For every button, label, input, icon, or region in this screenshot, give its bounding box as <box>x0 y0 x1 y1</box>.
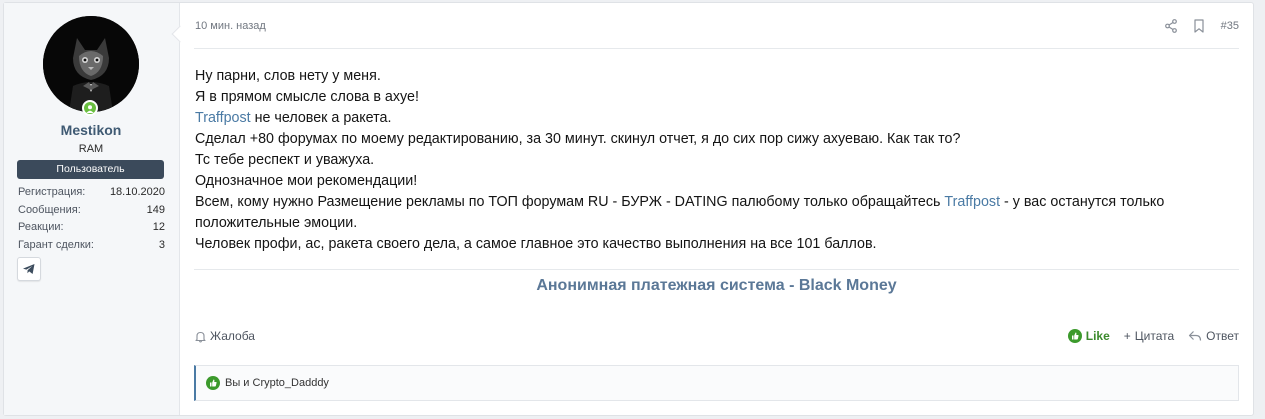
reply-icon <box>1189 331 1202 341</box>
post-line: Однозначное мои рекомендации! <box>195 171 1235 192</box>
bookmark-icon <box>1194 19 1204 33</box>
stat-messages: Сообщения: 149 <box>18 202 165 220</box>
reactions-bar[interactable]: Вы и Crypto_Dadddy <box>194 365 1239 401</box>
like-button[interactable]: Like <box>1067 329 1110 343</box>
stat-reactions: Реакции: 12 <box>18 219 165 237</box>
stat-guarantee: Гарант сделки: 3 <box>18 237 165 255</box>
stat-value: 12 <box>152 221 165 233</box>
online-indicator <box>82 100 98 116</box>
user-role-banner: Пользователь <box>17 160 164 179</box>
post-number[interactable]: #35 <box>1221 20 1239 32</box>
post-line: Я в прямом смысле слова в ахуе! <box>195 87 1235 108</box>
stat-value: 3 <box>158 238 165 251</box>
telegram-icon <box>23 264 35 274</box>
traffpost-link[interactable]: Traffpost <box>195 110 251 126</box>
bell-icon <box>195 331 206 342</box>
reply-button[interactable]: Ответ <box>1188 329 1239 343</box>
avatar-image <box>43 16 139 112</box>
like-reaction-icon <box>206 376 220 390</box>
report-label: Жалоба <box>210 329 255 343</box>
reactions-text[interactable]: Вы и Crypto_Dadddy <box>225 377 329 389</box>
quote-label: Цитата <box>1134 329 1175 343</box>
text: Однозначное мои рекомендации! <box>195 173 418 189</box>
avatar[interactable] <box>43 16 139 112</box>
user-info-panel: Mestikon RAM Пользователь Регистрация: 1… <box>4 3 180 415</box>
post-line: Traffpost не человек а ракета. <box>195 108 1235 129</box>
username[interactable]: Mestikon <box>4 122 178 138</box>
stat-label: Сообщения: <box>18 203 81 216</box>
user-icon <box>86 105 94 113</box>
stat-label: Гарант сделки: <box>18 238 94 251</box>
share-button[interactable] <box>1163 18 1179 34</box>
signature-link[interactable]: Анонимная платежная система - Black Mone… <box>180 277 1253 295</box>
share-icon <box>1164 19 1177 33</box>
user-stats: Регистрация: 18.10.2020 Сообщения: 149 Р… <box>18 184 165 254</box>
text: не человек а ракета. <box>250 110 392 126</box>
text: Человек профи, ас, ракета своего дела, а… <box>195 236 877 252</box>
text: Ну парни, слов нету у меня. <box>195 68 381 84</box>
thumbs-up-icon <box>1067 329 1082 343</box>
post-footer: Жалоба Like + Цитата Ответ <box>194 326 1239 346</box>
post-header-actions: #35 <box>1151 17 1239 35</box>
post-line: Тс тебе респект и уважуха. <box>195 150 1235 171</box>
divider <box>194 48 1239 49</box>
stat-label: Регистрация: <box>18 186 86 198</box>
post-line: Сделал +80 форумах по моему редактирован… <box>195 129 1235 150</box>
plus-icon: + <box>1123 329 1131 343</box>
quote-button[interactable]: + Цитата <box>1124 329 1174 343</box>
traffpost-link[interactable]: Traffpost <box>944 194 1000 210</box>
bookmark-button[interactable] <box>1191 18 1207 34</box>
online-status-icon <box>84 102 96 114</box>
stat-label: Реакции: <box>18 221 64 233</box>
signature-divider <box>194 269 1239 270</box>
post-timestamp[interactable]: 10 мин. назад <box>195 20 266 32</box>
reply-label: Ответ <box>1206 329 1239 343</box>
post-line: Человек профи, ас, ракета своего дела, а… <box>195 234 1235 255</box>
report-button[interactable]: Жалоба <box>194 329 255 343</box>
text: Сделал +80 форумах по моему редактирован… <box>195 131 961 147</box>
user-title: RAM <box>78 143 104 155</box>
text: Тс тебе респект и уважуха. <box>195 152 375 168</box>
post-line: Всем, кому нужно Размещение рекламы по Т… <box>195 192 1235 234</box>
text: Я в прямом смысле слова в ахуе! <box>195 89 419 105</box>
stat-value: 18.10.2020 <box>109 186 165 198</box>
post-main: 10 мин. назад #35 Ну парни, слов нету у … <box>180 3 1253 415</box>
telegram-button[interactable] <box>17 257 41 281</box>
stat-registration: Регистрация: 18.10.2020 <box>18 184 165 202</box>
post-body: Ну парни, слов нету у меня. Я в прямом с… <box>195 66 1235 255</box>
post-line: Ну парни, слов нету у меня. <box>195 66 1235 87</box>
stat-value[interactable]: 149 <box>147 202 165 220</box>
like-label: Like <box>1085 329 1110 343</box>
text: Всем, кому нужно Размещение рекламы по Т… <box>195 194 945 210</box>
post-container: Mestikon RAM Пользователь Регистрация: 1… <box>3 2 1254 416</box>
